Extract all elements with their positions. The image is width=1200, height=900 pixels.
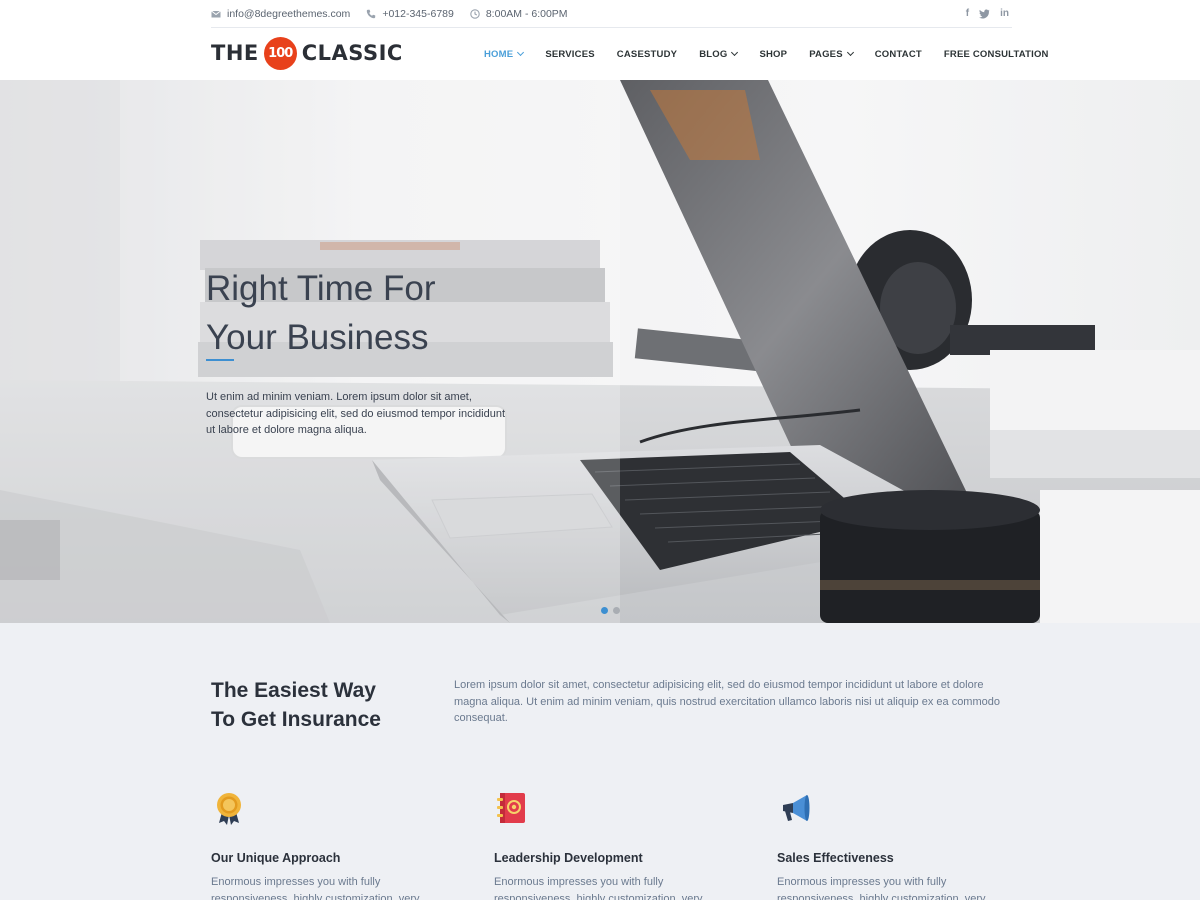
hero-title: Right Time For Your Business xyxy=(206,264,436,362)
top-bar-inner: info@8degreethemes.com +012-345-6789 8:0… xyxy=(211,0,1012,28)
feature-card-sales-effectiveness: Sales Effectiveness Enormous impresses y… xyxy=(777,790,1017,900)
insurance-title: The Easiest Way To Get Insurance xyxy=(211,676,381,734)
contact-email[interactable]: info@8degreethemes.com xyxy=(211,8,350,20)
insurance-section: The Easiest Way To Get Insurance Lorem i… xyxy=(0,623,1200,900)
business-hours: 8:00AM - 6:00PM xyxy=(470,8,568,20)
site-logo[interactable]: THE 100 CLASSIC xyxy=(211,36,403,70)
feature-title: Our Unique Approach xyxy=(211,851,341,865)
social-links: f in xyxy=(966,8,1012,19)
feature-text: Enormous impresses you with fully respon… xyxy=(211,876,420,900)
feature-title: Sales Effectiveness xyxy=(777,851,894,865)
logo-text-left: THE xyxy=(211,41,259,65)
email-text: info@8degreethemes.com xyxy=(227,7,351,20)
clock-icon xyxy=(470,8,480,19)
insurance-description: Lorem ipsum dolor sit amet, consectetur … xyxy=(454,679,1000,724)
address-book-icon xyxy=(497,793,525,823)
nav-label: PAGES xyxy=(809,48,843,60)
feature-text: Enormous impresses you with fully respon… xyxy=(494,876,703,900)
twitter-icon[interactable] xyxy=(979,9,990,19)
feature-text: Enormous impresses you with fully respon… xyxy=(777,876,986,900)
site-header: THE 100 CLASSIC HOME SERVICES CASESTUDY … xyxy=(0,28,1200,80)
chevron-down-icon xyxy=(731,48,739,57)
nav-item-shop[interactable]: SHOP xyxy=(759,49,787,60)
envelope-icon xyxy=(211,10,221,17)
hero-divider xyxy=(206,359,234,361)
nav-item-free-consultation[interactable]: FREE CONSULTATION xyxy=(944,49,1049,60)
megaphone-icon xyxy=(783,795,810,821)
nav-item-contact[interactable]: CONTACT xyxy=(875,49,922,60)
logo-text-right: CLASSIC xyxy=(301,41,403,65)
feature-title: Leadership Development xyxy=(494,851,643,865)
insurance-title-line1: The Easiest Way xyxy=(211,679,376,702)
slider-dot-1[interactable] xyxy=(601,607,608,614)
nav-label: SHOP xyxy=(759,48,788,60)
nav-item-blog[interactable]: BLOG xyxy=(699,48,739,60)
chevron-down-icon xyxy=(846,48,854,57)
phone-text: +012-345-6789 xyxy=(382,7,454,20)
main-nav: HOME SERVICES CASESTUDY BLOG SHOP PAGES … xyxy=(484,28,1049,80)
nav-item-pages[interactable]: PAGES xyxy=(809,48,854,60)
logo-badge: 100 xyxy=(263,36,297,70)
hours-text: 8:00AM - 6:00PM xyxy=(485,7,568,20)
award-medal-icon xyxy=(217,793,241,825)
nav-label: CASESTUDY xyxy=(616,48,678,60)
hero-background-image xyxy=(0,80,1200,623)
facebook-icon[interactable]: f xyxy=(966,8,969,19)
contact-phone[interactable]: +012-345-6789 xyxy=(366,8,454,20)
slider-pagination xyxy=(601,607,620,614)
feature-card-leadership-development: Leadership Development Enormous impresse… xyxy=(494,790,734,900)
nav-label: SERVICES xyxy=(545,48,595,60)
feature-card-unique-approach: Our Unique Approach Enormous impresses y… xyxy=(211,790,451,900)
nav-label: BLOG xyxy=(699,48,728,60)
linkedin-icon[interactable]: in xyxy=(1000,8,1009,19)
chevron-down-icon xyxy=(517,48,525,57)
hero-title-line2: Your Business xyxy=(206,318,429,357)
insurance-title-line2: To Get Insurance xyxy=(211,708,381,731)
nav-item-home[interactable]: HOME xyxy=(484,48,525,60)
nav-label: HOME xyxy=(484,48,514,60)
slider-dot-2[interactable] xyxy=(613,607,620,614)
hero-title-line1: Right Time For xyxy=(206,269,436,308)
hero-slider: Right Time For Your Business Ut enim ad … xyxy=(0,80,1200,623)
phone-icon xyxy=(367,9,376,18)
nav-item-services[interactable]: SERVICES xyxy=(545,49,594,60)
nav-label: CONTACT xyxy=(874,48,922,60)
hero-description: Ut enim ad minim veniam. Lorem ipsum dol… xyxy=(206,391,505,436)
nav-label: FREE CONSULTATION xyxy=(943,48,1049,60)
top-bar: info@8degreethemes.com +012-345-6789 8:0… xyxy=(0,0,1200,28)
nav-item-casestudy[interactable]: CASESTUDY xyxy=(617,49,677,60)
